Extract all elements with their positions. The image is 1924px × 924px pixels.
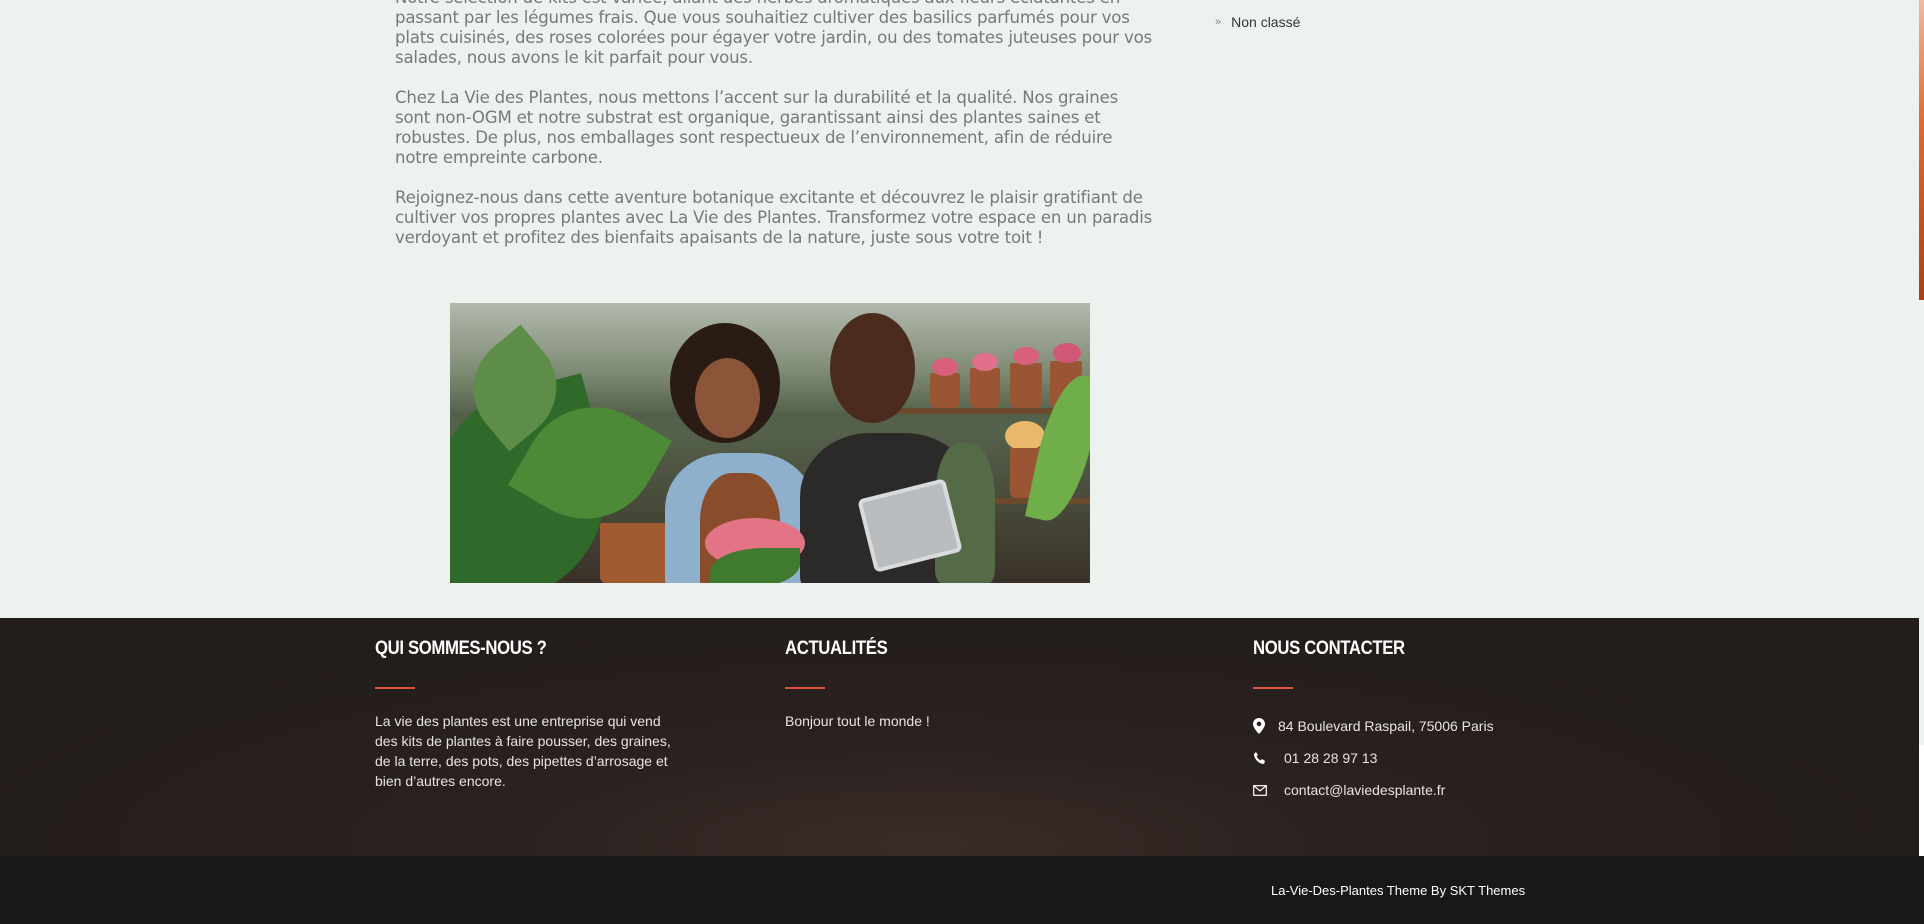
contact-phone: 01 28 28 97 13	[1253, 750, 1377, 766]
footer-news: ACTUALITÉS Bonjour tout le monde !	[785, 638, 1085, 731]
article-paragraph-3: Rejoignez-nous dans cette aventure botan…	[395, 188, 1153, 247]
contact-email-text[interactable]: contact@laviedesplante.fr	[1284, 782, 1445, 798]
theme-credit-link[interactable]: La-Vie-Des-Plantes Theme By SKT Themes	[1271, 883, 1525, 898]
footer-heading-underline	[375, 687, 415, 689]
contact-phone-text[interactable]: 01 28 28 97 13	[1284, 750, 1377, 766]
site-footer: QUI SOMMES-NOUS ? La vie des plantes est…	[0, 618, 1919, 856]
article-body: Notre sélection de kits est variée, alla…	[395, 0, 1155, 268]
article-image-gardeners	[450, 303, 1090, 583]
map-pin-icon	[1253, 718, 1273, 734]
footer-contact: NOUS CONTACTER 84 Boulevard Raspail, 750…	[1253, 638, 1613, 838]
sidebar-category-label: Non classé	[1231, 14, 1301, 30]
footer-about-text: La vie des plantes est une entreprise qu…	[375, 713, 671, 789]
footer-about: QUI SOMMES-NOUS ? La vie des plantes est…	[375, 638, 675, 791]
article-paragraph-1: Notre sélection de kits est variée, alla…	[395, 0, 1153, 67]
contact-email: contact@laviedesplante.fr	[1253, 782, 1445, 798]
copyright-bar: La-Vie-Des-Plantes Theme By SKT Themes	[0, 856, 1924, 924]
footer-contact-heading: NOUS CONTACTER	[1253, 638, 1405, 659]
chevron-right-icon: »	[1215, 16, 1222, 28]
scrollbar-thumb[interactable]	[1919, 0, 1924, 300]
contact-address: 84 Boulevard Raspail, 75006 Paris	[1253, 718, 1494, 734]
footer-news-link[interactable]: Bonjour tout le monde !	[785, 711, 1085, 731]
footer-heading-underline	[1253, 687, 1293, 689]
article-paragraph-2: Chez La Vie des Plantes, nous mettons l’…	[395, 88, 1119, 167]
page-scrollbar[interactable]	[1919, 0, 1924, 924]
sidebar-category-non-classe[interactable]: » Non classé	[1215, 14, 1300, 30]
footer-heading-underline	[785, 687, 825, 689]
footer-about-heading: QUI SOMMES-NOUS ?	[375, 638, 547, 659]
envelope-icon	[1253, 784, 1273, 796]
phone-icon	[1253, 751, 1273, 765]
footer-news-heading: ACTUALITÉS	[785, 638, 888, 659]
contact-address-text: 84 Boulevard Raspail, 75006 Paris	[1278, 718, 1494, 734]
